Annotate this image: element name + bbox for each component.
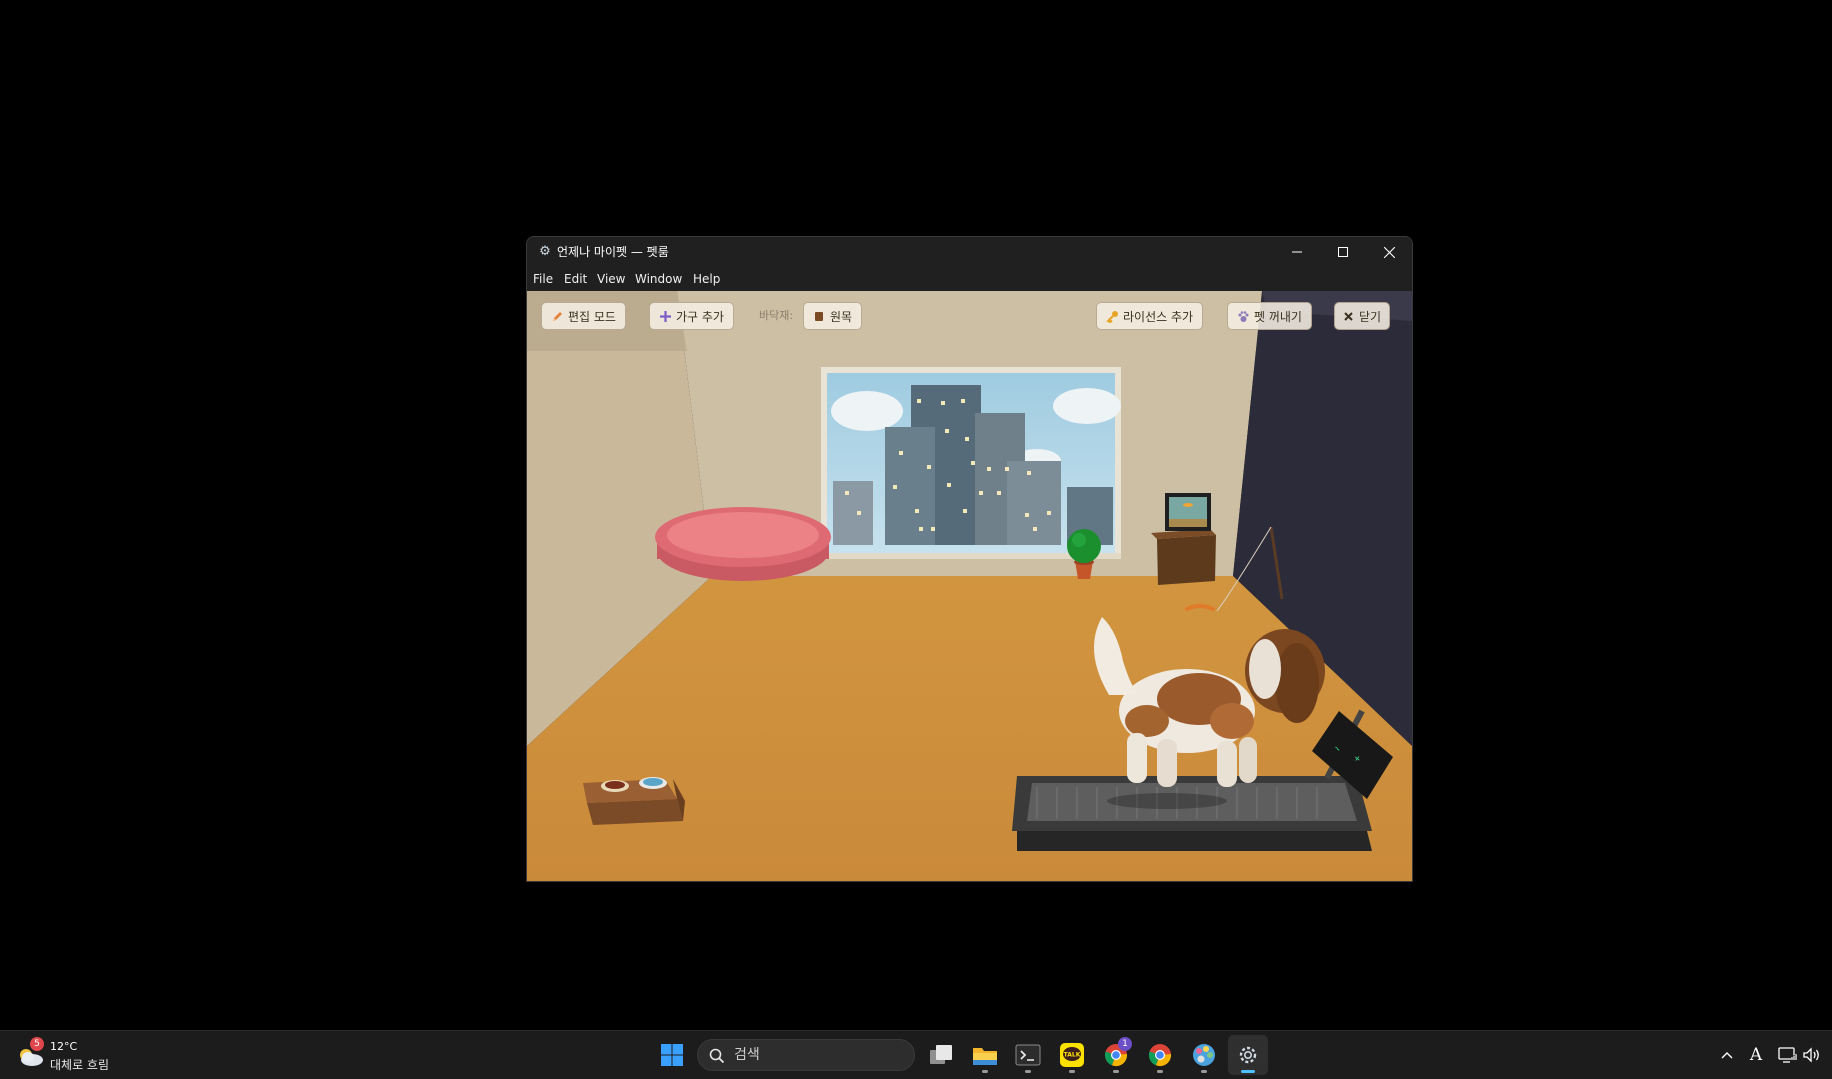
close-window-button[interactable] [1366, 237, 1412, 267]
taskbar-search[interactable]: 검색 [697, 1039, 915, 1071]
take-out-pet-button[interactable]: 펫 꺼내기 [1227, 302, 1312, 330]
menu-file[interactable]: File [533, 267, 553, 291]
mypet-app-button[interactable] [1228, 1035, 1268, 1075]
task-view-button[interactable] [921, 1035, 961, 1075]
weather-widget[interactable]: 5 12°C 대체로 흐림 [16, 1037, 126, 1073]
wood-swatch-icon [812, 309, 826, 323]
palette-app-icon [1193, 1044, 1215, 1066]
add-furniture-button[interactable]: 가구 추가 [649, 302, 734, 330]
taskbar: 5 12°C 대체로 흐림 검색 TALK 1 A [0, 1030, 1832, 1079]
start-icon [661, 1044, 683, 1066]
room-3d-view: ~ + [527, 291, 1412, 881]
app-window: ⚙ 언제나 마이펫 — 펫룸 File Edit View Window Hel… [526, 236, 1413, 882]
menu-window[interactable]: Window [635, 267, 682, 291]
add-furniture-label: 가구 추가 [676, 309, 724, 324]
start-button[interactable] [652, 1035, 692, 1075]
maximize-button[interactable] [1320, 237, 1366, 267]
terminal-button[interactable] [1008, 1035, 1048, 1075]
network-icon [1778, 1047, 1797, 1063]
chrome-notification-badge: 1 [1118, 1037, 1132, 1051]
weather-badge: 5 [30, 1037, 44, 1051]
maximize-icon [1338, 247, 1348, 257]
minimize-button[interactable] [1274, 237, 1320, 267]
file-explorer-button[interactable] [965, 1035, 1005, 1075]
quick-settings-button[interactable] [1776, 1039, 1824, 1071]
gear-icon: ⚙ [539, 244, 551, 259]
chrome-profile-button[interactable]: 1 [1096, 1035, 1136, 1075]
close-icon [1383, 246, 1395, 258]
paw-icon [1236, 309, 1250, 323]
window-title: 언제나 마이펫 — 펫룸 [557, 245, 669, 259]
search-placeholder: 검색 [734, 1047, 760, 1063]
minimize-icon [1292, 251, 1302, 253]
add-license-label: 라이선스 추가 [1123, 309, 1194, 324]
pet-room-scene[interactable]: ~ + 편집 모드 가구 추가 바닥재: 원목 라이선스 추가 펫 꺼내기 닫기 [527, 291, 1412, 881]
title-bar[interactable]: ⚙ 언제나 마이펫 — 펫룸 [527, 237, 1412, 267]
close-room-label: 닫기 [1359, 309, 1382, 324]
edit-mode-label: 편집 모드 [568, 309, 616, 324]
ime-indicator[interactable]: A [1744, 1039, 1768, 1071]
add-license-button[interactable]: 라이선스 추가 [1096, 302, 1204, 330]
chrome-icon [1148, 1044, 1172, 1067]
chrome-button[interactable] [1140, 1035, 1180, 1075]
volume-icon [1803, 1047, 1819, 1063]
file-explorer-icon [973, 1048, 997, 1065]
chevron-up-icon [1721, 1052, 1733, 1059]
close-room-button[interactable]: 닫기 [1334, 302, 1391, 330]
terminal-icon [1015, 1044, 1041, 1066]
edit-mode-button[interactable]: 편집 모드 [541, 302, 626, 330]
menu-edit[interactable]: Edit [564, 267, 587, 291]
show-hidden-icons-button[interactable] [1714, 1039, 1740, 1071]
svg-text:TALK: TALK [1064, 1052, 1081, 1059]
kakaotalk-button[interactable]: TALK [1052, 1035, 1092, 1075]
floor-material-select[interactable]: 원목 [803, 302, 863, 330]
close-icon [1341, 309, 1355, 323]
pencil-icon [550, 309, 564, 323]
menu-view[interactable]: View [597, 267, 625, 291]
task-view-icon [930, 1045, 952, 1064]
plus-icon [658, 309, 672, 323]
floor-material-label: 바닥재: [759, 309, 794, 322]
search-icon [709, 1048, 725, 1064]
floor-material-value: 원목 [830, 309, 853, 324]
palette-app-button[interactable] [1184, 1035, 1224, 1075]
weather-condition: 대체로 흐림 [50, 1058, 110, 1072]
menu-bar: File Edit View Window Help [527, 267, 1412, 291]
take-out-pet-label: 펫 꺼내기 [1254, 309, 1302, 324]
mypet-app-icon [1239, 1046, 1257, 1064]
weather-temp: 12°C [50, 1040, 78, 1053]
key-icon [1105, 309, 1119, 323]
menu-help[interactable]: Help [693, 267, 720, 291]
kakaotalk-icon: TALK [1060, 1043, 1084, 1067]
